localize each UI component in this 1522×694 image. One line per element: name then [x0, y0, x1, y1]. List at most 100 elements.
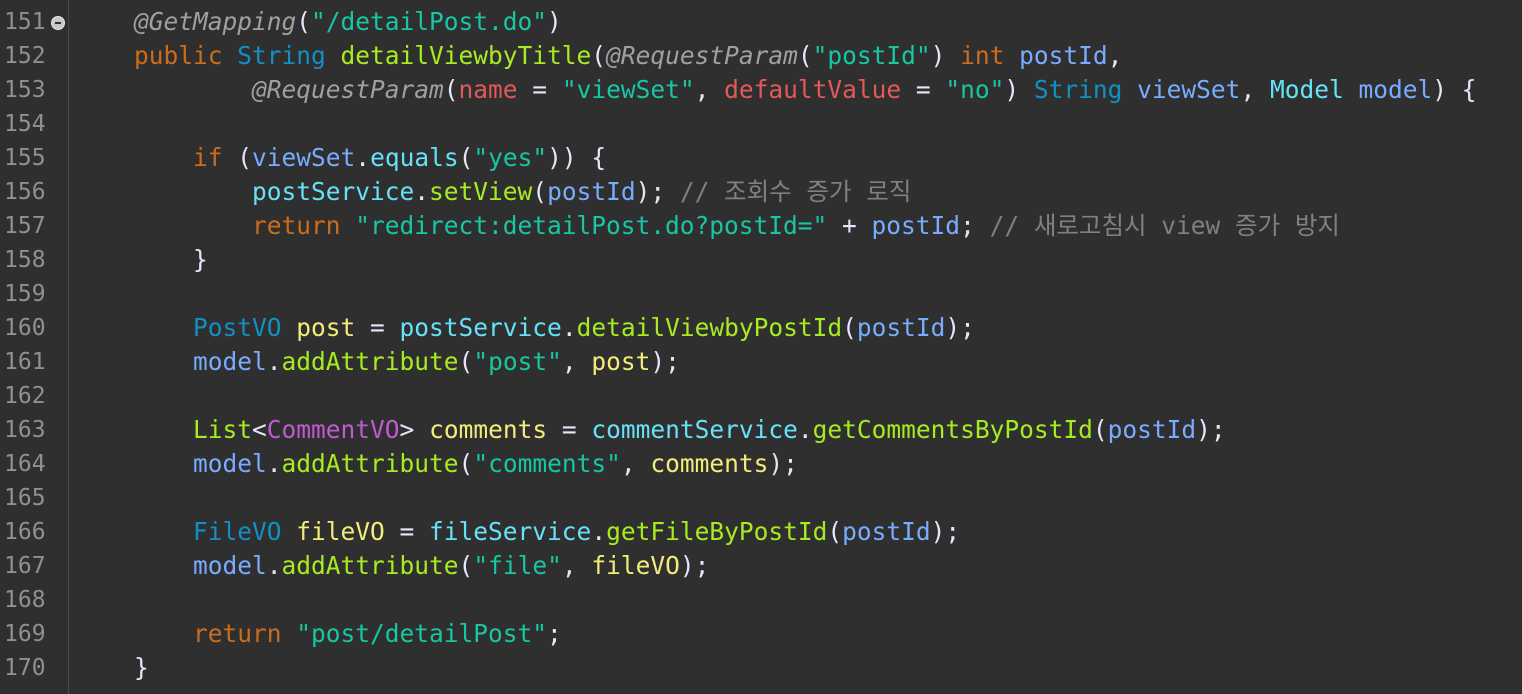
line-number: 161 [4, 349, 46, 375]
code-text: FileVO fileVO = fileService.getFileByPos… [75, 515, 960, 549]
code-token: < [252, 415, 267, 444]
code-token: model [75, 449, 267, 478]
code-token: = [517, 75, 562, 104]
code-token: ); [1196, 415, 1226, 444]
code-token: "viewSet" [561, 75, 695, 104]
line-number: 156 [4, 179, 46, 205]
code-token: "comments" [473, 449, 621, 478]
code-token: fileService [429, 517, 592, 546]
code-token: , [620, 449, 651, 478]
code-token: ; [960, 211, 990, 240]
line-number: 165 [4, 485, 46, 511]
code-token: > [399, 415, 430, 444]
line-number: 163 [4, 417, 46, 443]
code-token: ); [635, 177, 680, 206]
minus-circle-icon[interactable] [51, 16, 65, 30]
code-token: model [75, 347, 267, 376]
code-token: } [75, 245, 208, 274]
code-token: ) { [1432, 75, 1477, 104]
code-token: . [414, 177, 430, 206]
code-token: addAttribute [281, 449, 459, 478]
code-token: // 조회수 증가 로직 [679, 177, 912, 206]
code-text: return "redirect:detailPost.do?postId=" … [75, 209, 1340, 243]
code-token: FileVO [75, 517, 297, 546]
code-token: ); [650, 347, 680, 376]
code-token: + [827, 211, 872, 240]
code-token: public [75, 41, 238, 70]
code-token: . [266, 347, 282, 376]
line-number: 169 [4, 621, 46, 647]
code-token: . [266, 449, 282, 478]
code-token: post [296, 313, 356, 342]
code-token: ( [458, 143, 474, 172]
line-number: 152 [4, 43, 46, 69]
code-token: ( [842, 313, 857, 342]
code-token: , [1240, 75, 1270, 104]
code-token: "/detailPost.do" [311, 7, 548, 36]
line-number: 168 [4, 587, 46, 613]
code-token: String [237, 41, 341, 70]
code-text: List<CommentVO> comments = commentServic… [75, 413, 1226, 447]
code-token: if [75, 143, 238, 172]
code-token: postService [75, 177, 415, 206]
code-token: ) [547, 7, 562, 36]
line-number: 155 [4, 145, 46, 171]
code-token: ); [930, 517, 961, 546]
code-token: addAttribute [281, 347, 459, 376]
code-token: postId [842, 517, 931, 546]
code-token: ( [591, 41, 607, 70]
code-token: ( [458, 347, 474, 376]
code-token: "postId" [812, 41, 931, 70]
line-number: 158 [4, 247, 46, 273]
code-token: . [561, 313, 577, 342]
code-token: ; [547, 619, 562, 648]
code-token: ( [237, 143, 253, 172]
code-token: getCommentsByPostId [812, 415, 1093, 444]
code-token: . [797, 415, 813, 444]
code-token: PostVO [75, 313, 297, 342]
code-text: public String detailViewbyTitle(@Request… [75, 39, 1122, 73]
code-text: return "post/detailPost"; [75, 617, 562, 651]
code-token: = [384, 517, 430, 546]
code-token: @RequestParam [75, 75, 444, 104]
code-token: postId [1019, 41, 1108, 70]
code-text: } [75, 651, 149, 685]
code-token: fileVO [591, 551, 680, 580]
code-token: postService [399, 313, 562, 342]
code-token: postId [1107, 415, 1197, 444]
code-token: postId [871, 211, 961, 240]
code-token: ( [797, 41, 813, 70]
code-token: return [75, 211, 356, 240]
code-token: int [960, 41, 1020, 70]
code-token: postId [856, 313, 946, 342]
code-token: commentService [591, 415, 798, 444]
code-token: name [458, 75, 518, 104]
code-token: post [591, 347, 651, 376]
code-token: = [547, 415, 592, 444]
code-token: ); [679, 551, 710, 580]
code-token: ( [458, 551, 474, 580]
code-token: defaultValue [724, 75, 902, 104]
code-token: viewSet [252, 143, 356, 172]
code-token: "yes" [473, 143, 548, 172]
code-token: "file" [473, 551, 562, 580]
code-token: detailViewbyTitle [340, 41, 592, 70]
code-token: "post" [473, 347, 562, 376]
code-token: fileVO [296, 517, 385, 546]
code-text: @GetMapping("/detailPost.do") [75, 5, 562, 39]
code-editor[interactable]: 151 @GetMapping("/detailPost.do") 152 pub… [0, 0, 1522, 694]
code-text: model.addAttribute("comments", comments)… [75, 447, 798, 481]
line-number: 170 [4, 655, 46, 681]
code-token: ) [1004, 75, 1034, 104]
line-number: 160 [4, 315, 46, 341]
code-token: Model [1269, 75, 1359, 104]
code-token: "redirect:detailPost.do?postId=" [355, 211, 828, 240]
code-token: detailViewbyPostId [576, 313, 843, 342]
code-token: . [355, 143, 371, 172]
code-token: } [75, 653, 149, 682]
code-token: @RequestParam [606, 41, 798, 70]
code-text: @RequestParam(name = "viewSet", defaultV… [75, 73, 1477, 107]
code-token: . [591, 517, 607, 546]
code-text: model.addAttribute("file", fileVO); [75, 549, 709, 583]
code-token: "post/detailPost" [296, 619, 548, 648]
